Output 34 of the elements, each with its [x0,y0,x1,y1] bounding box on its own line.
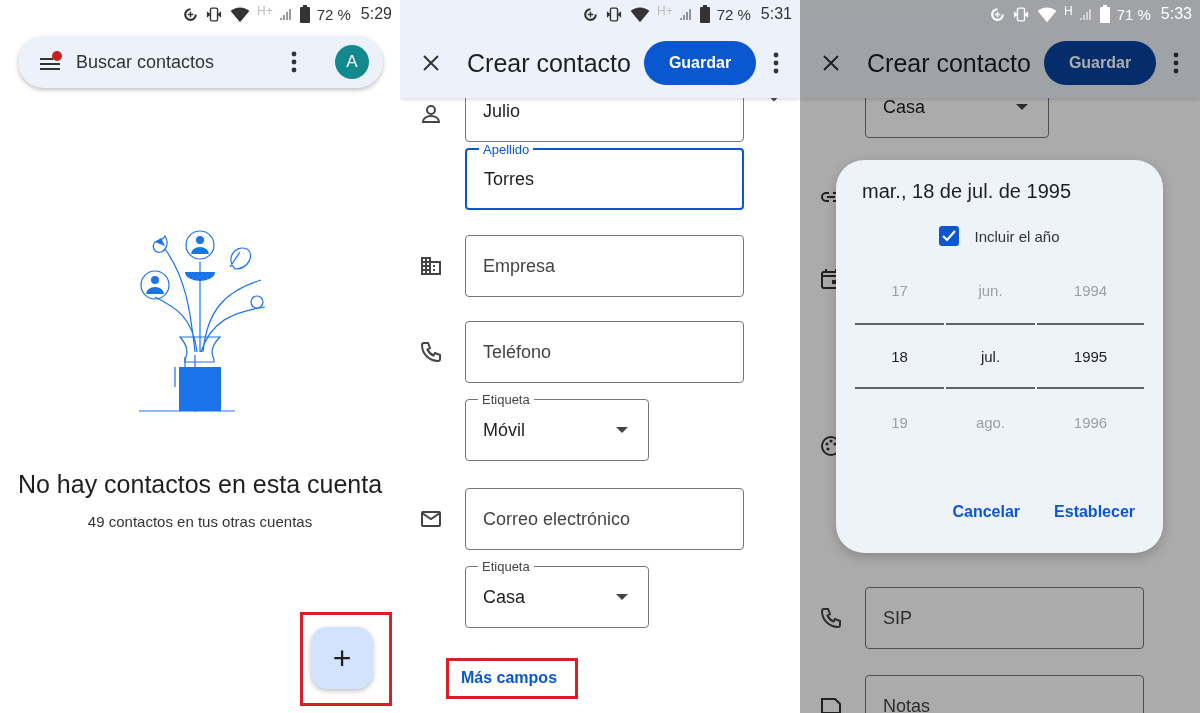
empty-state-subtitle: 49 contactos en tus otras cuentas [86,513,314,530]
text-field[interactable]: Julio [465,98,744,142]
battery-percent: 72 % [716,5,751,23]
search-bar[interactable]: Buscar contactos A [18,36,383,88]
selected-date: mar., 18 de jul. de 1995 [862,180,1073,203]
checkbox-label: Incluir el año [974,227,1060,245]
add-contact-button[interactable]: + [311,627,373,689]
network-type: H+ [256,4,273,18]
screen-title: Crear contacto [867,48,1032,78]
empty-state-title: No hay contactos en esta cuenta [16,470,384,499]
text-field[interactable]: Notas [865,675,1144,713]
text-field[interactable]: Teléfono [465,321,744,383]
network-type: H+ [656,4,673,18]
dialog-button[interactable]: Cancelar [942,495,1031,529]
more-fields-link[interactable]: Más campos [461,669,558,686]
battery-percent: 71 % [1116,5,1151,23]
dropdown-field[interactable]: Casa [865,98,1049,138]
search-placeholder: Buscar contactos [76,51,216,73]
save-button[interactable]: Guardar [1044,41,1156,85]
dialog-button[interactable]: Establecer [1044,495,1145,529]
network-type: H [1064,4,1073,18]
save-button[interactable]: Guardar [644,41,756,85]
screen-title: Crear contacto [467,48,632,78]
picker-value[interactable]: 18 [855,323,944,389]
battery-percent: 72 % [316,5,351,23]
text-field[interactable]: Empresa [465,235,744,297]
clock: 5:33 [1160,5,1192,23]
clock: 5:29 [360,5,392,23]
text-field[interactable]: SIP [865,587,1144,649]
text-field[interactable]: Correo electrónico [465,488,744,550]
account-avatar[interactable]: A [335,45,369,79]
picker-value[interactable]: 1995 [1037,323,1144,389]
clock: 5:31 [760,5,792,23]
picker-value[interactable]: jul. [946,323,1035,389]
